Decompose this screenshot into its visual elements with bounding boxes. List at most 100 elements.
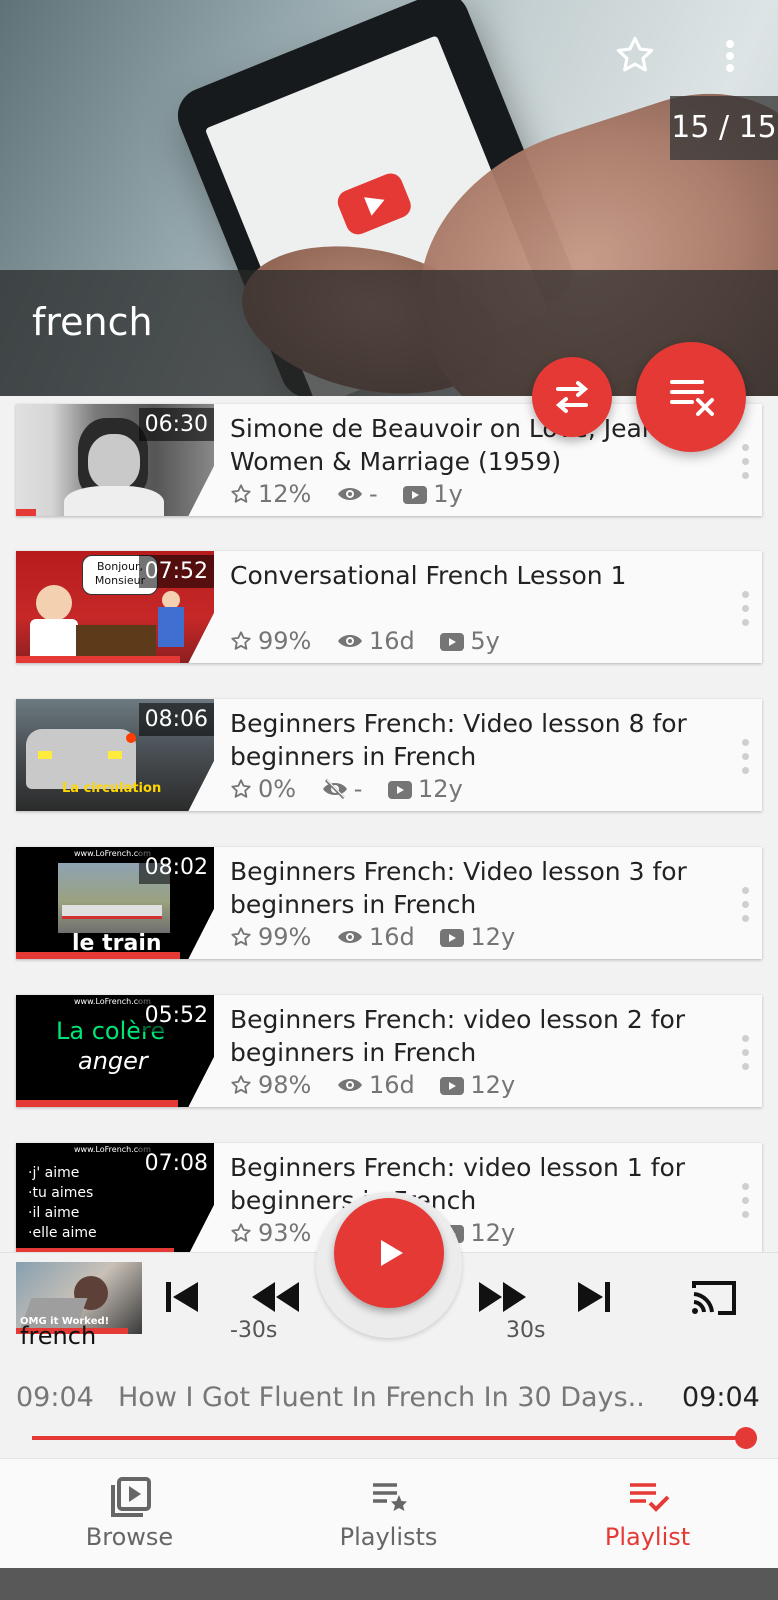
video-age: 12y <box>470 923 516 951</box>
playlist-remove-icon <box>670 380 714 416</box>
video-title[interactable]: Beginners French: Video lesson 8 for beg… <box>230 707 726 773</box>
playlist-position-counter: 15 / 15 <box>670 96 778 160</box>
video-options-button[interactable] <box>740 739 750 775</box>
watch-progress-bar <box>16 1100 179 1107</box>
video-views: - <box>368 480 378 508</box>
rewind-button[interactable] <box>250 1278 302 1320</box>
star-outline-icon <box>231 484 251 503</box>
video-title[interactable]: Beginners French: video lesson 2 for beg… <box>230 1003 726 1069</box>
forward-label: 30s <box>506 1318 546 1343</box>
elapsed-time: 09:04 <box>16 1382 94 1413</box>
video-card[interactable]: www.LoFrench.com le train 08:02 Beginner… <box>16 847 762 959</box>
video-list[interactable]: 06:30 Simone de Beauvoir on Love, Jealou… <box>0 396 778 1252</box>
video-options-button[interactable] <box>740 1035 750 1071</box>
video-thumbnail[interactable]: La circulation 08:06 <box>16 699 214 811</box>
video-meta: 0% - 12y <box>230 775 481 803</box>
video-views: - <box>353 775 363 803</box>
rewind-label: -30s <box>230 1318 278 1343</box>
favorite-star-button[interactable] <box>612 34 658 80</box>
video-title[interactable]: Beginners French: Video lesson 3 for beg… <box>230 855 726 921</box>
video-duration: 08:06 <box>138 703 214 736</box>
next-button[interactable] <box>574 1278 614 1320</box>
video-card[interactable]: La circulation 08:06 Beginners French: V… <box>16 699 762 811</box>
star-outline-icon <box>231 779 251 798</box>
video-age: 1y <box>433 480 463 508</box>
previous-button[interactable] <box>162 1278 202 1320</box>
nav-browse[interactable]: Browse <box>0 1459 259 1569</box>
shuffle-arrows-icon <box>555 381 589 413</box>
video-rating: 0% <box>258 775 297 803</box>
video-thumbnail[interactable]: Bonjour, Monsieur 07:52 <box>16 551 214 663</box>
fast-forward-icon <box>479 1282 526 1312</box>
seek-bar[interactable] <box>32 1436 746 1440</box>
nav-playlist[interactable]: Playlist <box>518 1459 777 1569</box>
video-thumbnail[interactable]: www.LoFrench.com La colère anger 05:52 <box>16 995 214 1107</box>
video-age: 12y <box>418 775 463 803</box>
eye-icon <box>337 931 362 943</box>
nav-playlists-label: Playlists <box>339 1523 438 1551</box>
system-navigation-bar <box>0 1568 778 1600</box>
star-outline-icon <box>231 927 251 946</box>
youtube-icon <box>440 633 465 651</box>
video-thumbnail[interactable]: 06:30 <box>16 404 214 516</box>
star-outline-icon <box>231 1223 251 1242</box>
playlist-star-icon <box>372 1483 407 1511</box>
video-duration: 07:52 <box>138 555 214 588</box>
page-title: french <box>32 300 153 344</box>
nav-playlist-label: Playlist <box>604 1523 691 1551</box>
playlist-header: french 15 / 15 <box>0 0 778 396</box>
watch-progress-bar <box>16 952 181 959</box>
video-meta: 99% 16d 5y <box>230 627 518 655</box>
star-outline-icon <box>616 36 654 72</box>
video-duration: 05:52 <box>138 999 214 1032</box>
shuffle-button[interactable] <box>532 357 612 437</box>
video-thumbnail[interactable]: www.LoFrench.com le train 08:02 <box>16 847 214 959</box>
video-meta: 99% 16d 12y <box>230 923 533 951</box>
thumbnail-caption: La circulation <box>62 781 162 796</box>
skip-next-icon <box>578 1282 610 1312</box>
video-title[interactable]: Beginners French: video lesson 1 for beg… <box>230 1151 726 1217</box>
video-thumbnail[interactable]: www.LoFrench.com ·j' aime ·tu aimes ·il … <box>16 1143 214 1252</box>
cast-button[interactable] <box>690 1278 738 1322</box>
nav-playlists[interactable]: Playlists <box>259 1459 518 1569</box>
video-options-button[interactable] <box>740 591 750 627</box>
play-button[interactable] <box>334 1198 444 1308</box>
video-library-icon <box>110 1477 151 1517</box>
video-meta: 98% 16d 12y <box>230 1071 533 1099</box>
video-views: 16d <box>368 1071 415 1099</box>
skip-previous-icon <box>166 1282 198 1312</box>
video-card[interactable]: Bonjour, Monsieur 07:52 Conversational F… <box>16 551 762 663</box>
video-title[interactable]: Conversational French Lesson 1 <box>230 559 726 592</box>
video-views: 16d <box>368 627 415 655</box>
video-duration: 08:02 <box>138 851 214 884</box>
youtube-icon <box>440 1077 465 1095</box>
video-card[interactable]: www.LoFrench.com La colère anger 05:52 B… <box>16 995 762 1107</box>
now-playing-title[interactable]: How I Got Fluent In French In 30 Days.. <box>118 1382 658 1413</box>
app-root: french 15 / 15 06:30 Simone de Beauvoir … <box>0 0 778 1600</box>
video-options-button[interactable] <box>740 887 750 923</box>
nav-browse-label: Browse <box>85 1523 174 1551</box>
overflow-menu-button[interactable] <box>710 36 750 76</box>
star-outline-icon <box>231 631 251 650</box>
youtube-icon <box>388 781 413 799</box>
video-rating: 99% <box>258 923 312 951</box>
fast-forward-button[interactable] <box>476 1278 528 1320</box>
conjugation-lines: ·j' aime ·tu aimes ·il aime ·elle aime <box>28 1165 97 1241</box>
watch-progress-bar <box>16 656 181 663</box>
cast-icon <box>692 1281 736 1315</box>
video-rating: 98% <box>258 1071 312 1099</box>
seek-handle[interactable] <box>735 1427 757 1449</box>
now-playing-playlist-label: french <box>20 1322 97 1350</box>
eye-icon <box>337 488 362 500</box>
video-options-button[interactable] <box>740 1183 750 1219</box>
youtube-icon <box>440 929 465 947</box>
video-duration: 07:08 <box>138 1147 214 1180</box>
video-rating: 93% <box>258 1219 312 1247</box>
video-age: 5y <box>470 627 500 655</box>
video-duration: 06:30 <box>138 408 214 441</box>
eye-icon <box>337 635 362 647</box>
clear-playlist-button[interactable] <box>636 342 746 452</box>
video-rating: 99% <box>258 627 312 655</box>
youtube-logo-icon <box>334 169 415 238</box>
eye-icon <box>337 1079 362 1091</box>
